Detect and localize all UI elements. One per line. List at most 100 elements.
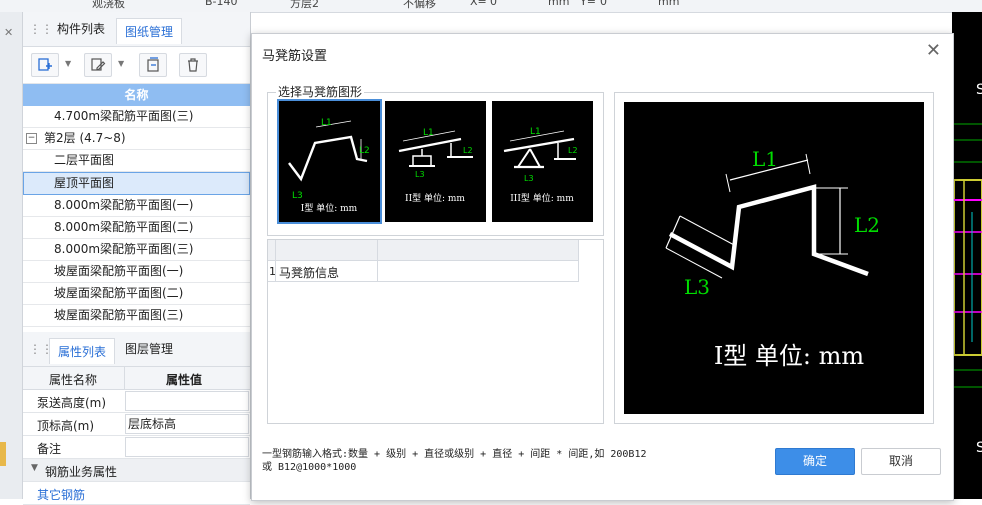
split-drawing-icon[interactable] — [139, 53, 167, 77]
property-table: 属性名称 属性值 泵送高度(m) 顶标高(m) 层底标高 备注 ▼ 钢筋业务属性 — [23, 367, 250, 505]
ok-button[interactable]: 确定 — [775, 448, 855, 475]
tree-row-label: 第2层 (4.7~8) — [44, 131, 126, 145]
tree-row-label: 坡屋面梁配筋平面图(二) — [54, 286, 184, 300]
dimension-label: L2 — [854, 213, 880, 237]
topbar-fragment: mm — [658, 0, 680, 8]
tab-layer-management[interactable]: 图层管理 — [125, 340, 173, 357]
shape-caption: I型 单位: mm — [301, 202, 358, 214]
dimension-label: L1 — [752, 147, 778, 171]
property-section-row[interactable]: ▼ 钢筋业务属性 — [23, 459, 250, 482]
close-icon[interactable]: ✕ — [4, 26, 13, 39]
topbar-fragment: X= — [470, 0, 487, 8]
cad-text-fragment: S — [976, 440, 982, 456]
cad-canvas[interactable]: S S — [952, 12, 982, 499]
tree-row[interactable]: 坡屋面梁配筋平面图(一) — [23, 261, 250, 283]
tree-row[interactable]: 坡屋面梁配筋平面图(三) — [23, 305, 250, 327]
cad-text-fragment: S — [976, 82, 982, 98]
dialog-title: 马凳筋设置 — [262, 49, 328, 64]
section-label: 钢筋业务属性 — [45, 465, 118, 479]
cancel-button[interactable]: 取消 — [861, 448, 941, 475]
dimension-label: L2 — [463, 146, 473, 155]
shape-caption: II型 单位: mm — [405, 192, 465, 204]
grid-header — [268, 240, 578, 261]
edit-drawing-icon[interactable] — [84, 53, 112, 77]
shape-option-type-3[interactable]: L1 L2 L3 III型 单位: mm — [492, 101, 593, 222]
hint-line: 一型钢筋输入格式:数量 + 级别 + 直径或级别 + 直径 + 间距 * 间距,… — [262, 449, 647, 460]
grip-icon[interactable]: ⋮⋮ — [29, 22, 53, 36]
topbar-fragment: Y= — [580, 0, 596, 8]
dimension-label: L2 — [568, 146, 578, 155]
property-name[interactable]: 其它钢筋 — [37, 486, 85, 503]
tree-row[interactable]: 二层平面图 — [23, 150, 250, 172]
property-value-field[interactable] — [125, 391, 249, 411]
tab-property-list[interactable]: 属性列表 — [49, 338, 116, 364]
tree-row-label: 二层平面图 — [54, 153, 115, 167]
tree-row-selected[interactable]: 屋顶平面图 — [23, 172, 250, 195]
topbar-fragment[interactable]: 0 — [600, 0, 607, 8]
property-name: 备注 — [37, 442, 62, 456]
property-row: 顶标高(m) 层底标高 — [23, 413, 250, 436]
tree-row-label: 坡屋面梁配筋平面图(一) — [54, 264, 184, 278]
dimension-label: L1 — [321, 118, 332, 128]
topbar-fragment: B-140 — [205, 0, 238, 8]
grid-row-label: 马凳筋信息 — [279, 266, 340, 280]
property-value-field[interactable] — [125, 437, 249, 457]
chevron-down-icon[interactable]: ▼ — [31, 463, 38, 473]
dimension-label: L1 — [423, 128, 434, 138]
hint-line: 或 B12@1000*1000 — [262, 462, 357, 473]
tree-row-label: 8.000m梁配筋平面图(一) — [54, 198, 194, 212]
property-row: 备注 — [23, 436, 250, 459]
drawing-management-panel: ⋮⋮ 构件列表 图纸管理 ▼ ▼ 名称 4.700m梁配筋平面图(三) − 第2层… — [23, 12, 251, 505]
stool-bar-settings-dialog: 马凳筋设置 ✕ 选择马凳筋图形 L1 L2 L3 I型 单位: mm L1 L2… — [251, 33, 954, 501]
row-number: 1 — [269, 265, 276, 278]
preview-caption: I型 单位: mm — [714, 342, 865, 370]
chevron-down-icon[interactable]: ▼ — [65, 59, 71, 68]
shape-preview-frame: L1 L2 L3 I型 单位: mm — [614, 92, 934, 424]
shape-caption: III型 单位: mm — [510, 192, 574, 204]
property-row[interactable]: 其它钢筋 — [23, 482, 250, 505]
left-side-strip: ✕ — [0, 12, 23, 499]
tree-row-label: 8.000m梁配筋平面图(二) — [54, 220, 194, 234]
collapse-icon[interactable]: − — [26, 133, 37, 144]
tree-row[interactable]: 8.000m梁配筋平面图(三) — [23, 239, 250, 261]
column-header: 属性值 — [166, 373, 203, 387]
tree-row-label: 8.000m梁配筋平面图(三) — [54, 242, 194, 256]
stool-bar-info-grid: 1 马凳筋信息 — [267, 239, 604, 424]
shape-preview: L1 L2 L3 I型 单位: mm — [624, 102, 924, 414]
drawing-tree: 4.700m梁配筋平面图(三) − 第2层 (4.7~8) 二层平面图 屋顶平面图… — [23, 106, 250, 327]
tree-row[interactable]: 8.000m梁配筋平面图(一) — [23, 195, 250, 217]
shape-option-type-2[interactable]: L1 L2 L3 II型 单位: mm — [385, 101, 486, 222]
tree-row[interactable]: 4.700m梁配筋平面图(三) — [23, 106, 250, 128]
tree-header: 名称 — [23, 84, 250, 106]
tree-group-row[interactable]: − 第2层 (4.7~8) — [23, 128, 250, 150]
property-name: 顶标高(m) — [37, 419, 95, 433]
dimension-label: L3 — [524, 174, 534, 183]
chevron-down-icon[interactable]: ▼ — [118, 59, 124, 68]
side-marker — [0, 442, 6, 466]
tree-row-label: 屋顶平面图 — [54, 176, 115, 190]
topbar-fragment: 方层2 — [290, 0, 319, 10]
topbar-fragment: 观浇板 — [92, 0, 125, 10]
tree-row-label: 坡屋面梁配筋平面图(三) — [54, 308, 184, 322]
tree-row[interactable]: 8.000m梁配筋平面图(二) — [23, 217, 250, 239]
panel-toolbar: ▼ ▼ — [23, 47, 250, 84]
topbar-fragment[interactable]: 不偏移 — [403, 0, 436, 11]
tree-row[interactable]: 坡屋面梁配筋平面图(二) — [23, 283, 250, 305]
shape-option-type-1[interactable]: L1 L2 L3 I型 单位: mm — [277, 99, 382, 224]
tab-component-list[interactable]: 构件列表 — [57, 20, 105, 37]
stool-bar-info-input[interactable] — [380, 262, 575, 280]
panel-tabs: ⋮⋮ 构件列表 图纸管理 — [23, 12, 250, 47]
property-row: 泵送高度(m) — [23, 390, 250, 413]
add-drawing-icon[interactable] — [31, 53, 59, 77]
topbar-fragment[interactable]: 0 — [490, 0, 497, 8]
delete-icon[interactable] — [179, 53, 207, 77]
tab-drawing-management[interactable]: 图纸管理 — [116, 18, 183, 44]
close-icon[interactable]: ✕ — [926, 40, 941, 61]
tree-row-label: 4.700m梁配筋平面图(三) — [54, 109, 194, 123]
property-value-field[interactable]: 层底标高 — [125, 414, 249, 434]
group-label: 选择马凳筋图形 — [276, 83, 365, 100]
property-panel: ⋮⋮ 属性列表 图层管理 属性名称 属性值 泵送高度(m) 顶标高(m) 层底标… — [23, 332, 250, 505]
property-name: 泵送高度(m) — [37, 396, 107, 410]
property-table-header: 属性名称 属性值 — [23, 367, 250, 390]
topbar-fragment: mm — [548, 0, 570, 8]
